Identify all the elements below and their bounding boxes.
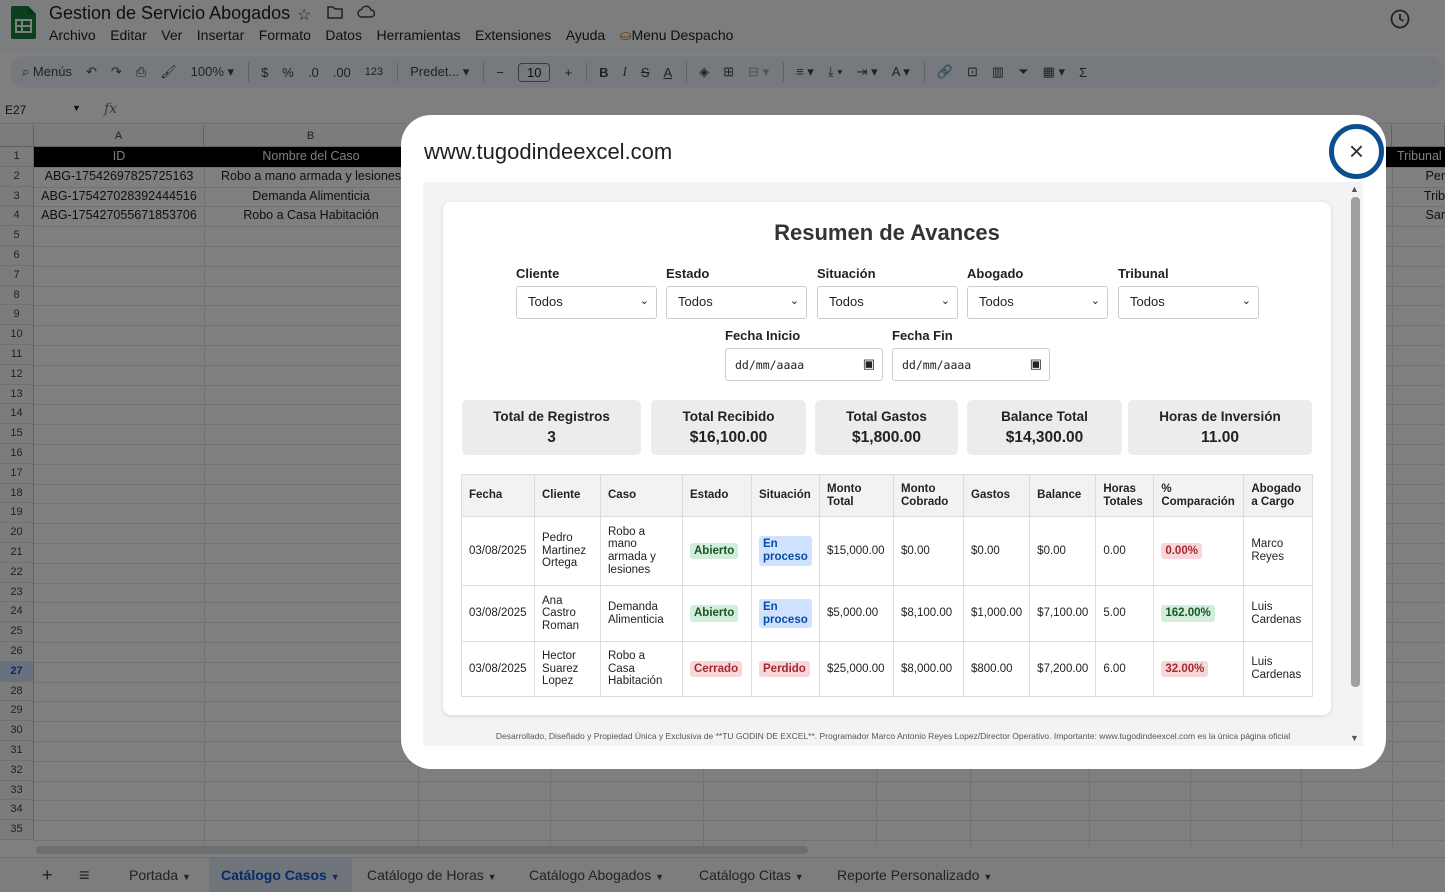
status-badge: Cerrado xyxy=(690,660,743,678)
chevron-down-icon: ⌄ xyxy=(789,295,799,307)
report-dialog: www.tugodindeexcel.com × ▲ ▼ Resumen de … xyxy=(401,115,1386,769)
cell-fecha: 03/08/2025 xyxy=(461,585,535,642)
filter-label-abogado: Abogado xyxy=(967,266,1024,281)
situation-badge: En proceso xyxy=(759,536,812,566)
fecha-fin-label: Fecha Fin xyxy=(892,328,953,343)
cell-cliente: Hector Suarez Lopez xyxy=(534,641,601,697)
stat-total-recibido: Total Recibido $16,100.00 xyxy=(651,400,806,455)
chevron-down-icon: ⌄ xyxy=(1090,295,1100,307)
cell-monto-cobrado: $8,000.00 xyxy=(893,641,964,697)
close-button[interactable]: × xyxy=(1329,124,1384,179)
table-row: 03/08/2025 Hector Suarez Lopez Robo a Ca… xyxy=(461,641,1314,697)
scroll-up-icon[interactable]: ▲ xyxy=(1350,184,1359,194)
table-row: 03/08/2025 Ana Castro Roman Demanda Alim… xyxy=(461,585,1314,642)
cell-cliente: Ana Castro Roman xyxy=(534,585,601,642)
column-header: Cliente xyxy=(534,474,601,517)
cell-horas: 0.00 xyxy=(1095,516,1155,586)
comparison-badge: 32.00% xyxy=(1161,660,1209,678)
cell-gastos: $1,000.00 xyxy=(962,585,1031,642)
report-table: Fecha Cliente Caso Estado Situación Mont… xyxy=(461,474,1314,697)
cell-monto-total: $15,000.00 xyxy=(819,516,894,586)
stat-total-registros: Total de Registros 3 xyxy=(462,400,641,455)
fecha-inicio-input[interactable]: dd/mm/aaaa ▣ xyxy=(725,348,883,381)
cell-gastos: $0.00 xyxy=(962,516,1031,586)
cell-horas: 5.00 xyxy=(1095,585,1155,642)
close-icon: × xyxy=(1348,136,1365,166)
cell-monto-total: $25,000.00 xyxy=(819,641,894,697)
stat-total-gastos: Total Gastos $1,800.00 xyxy=(815,400,958,455)
cell-fecha: 03/08/2025 xyxy=(461,641,535,697)
cell-gastos: $800.00 xyxy=(962,641,1031,697)
comparison-badge: 162.00% xyxy=(1161,605,1215,622)
cell-comparacion: 32.00% xyxy=(1153,641,1245,697)
fecha-inicio-label: Fecha Inicio xyxy=(725,328,801,343)
column-header: Horas Totales xyxy=(1095,474,1155,517)
abogado-select[interactable]: Todos ⌄ xyxy=(967,286,1108,319)
cell-caso: Robo a Casa Habitación xyxy=(600,641,683,697)
cell-balance: $7,100.00 xyxy=(1029,585,1097,642)
cell-situacion: En proceso xyxy=(751,585,820,642)
column-header: Abogado a Cargo xyxy=(1243,474,1314,517)
cell-estado: Abierto xyxy=(682,516,752,586)
cell-situacion: Perdido xyxy=(751,641,820,697)
cell-fecha: 03/08/2025 xyxy=(461,516,535,586)
filter-label-situacion: Situación xyxy=(817,266,876,281)
column-header: Monto Total xyxy=(819,474,894,517)
estado-select[interactable]: Todos ⌄ xyxy=(666,286,807,319)
filter-label-tribunal: Tribunal xyxy=(1118,266,1169,281)
column-header: Situación xyxy=(751,474,820,517)
table-header-row: Fecha Cliente Caso Estado Situación Mont… xyxy=(461,474,1314,517)
table-row: 03/08/2025 Pedro Martinez Ortega Robo a … xyxy=(461,516,1314,586)
situation-badge: Perdido xyxy=(759,660,810,678)
chevron-down-icon: ⌄ xyxy=(1241,295,1251,307)
stat-balance-total: Balance Total $14,300.00 xyxy=(967,400,1122,455)
cell-situacion: En proceso xyxy=(751,516,820,586)
cell-caso: Demanda Alimenticia xyxy=(600,585,683,642)
cell-monto-cobrado: $8,100.00 xyxy=(893,585,964,642)
cell-comparacion: 0.00% xyxy=(1153,516,1245,586)
cell-estado: Abierto xyxy=(682,585,752,642)
chevron-down-icon: ⌄ xyxy=(940,295,950,307)
filter-label-estado: Estado xyxy=(666,266,710,281)
cell-estado: Cerrado xyxy=(682,641,752,697)
filter-label-cliente: Cliente xyxy=(516,266,560,281)
cell-abogado: Luis Cardenas xyxy=(1243,641,1314,697)
column-header: Estado xyxy=(682,474,752,517)
status-badge: Abierto xyxy=(690,605,739,622)
cliente-select[interactable]: Todos ⌄ xyxy=(516,286,657,319)
vertical-scrollbar[interactable] xyxy=(1351,197,1360,687)
cell-horas: 6.00 xyxy=(1095,641,1155,697)
situacion-select[interactable]: Todos ⌄ xyxy=(817,286,958,319)
report-title: Resumen de Avances xyxy=(774,220,1000,245)
chevron-down-icon: ⌄ xyxy=(639,295,649,307)
cell-abogado: Marco Reyes xyxy=(1243,516,1314,586)
dialog-url: www.tugodindeexcel.com xyxy=(424,139,673,164)
cell-monto-total: $5,000.00 xyxy=(819,585,894,642)
cell-comparacion: 162.00% xyxy=(1153,585,1245,642)
status-badge: Abierto xyxy=(690,542,739,560)
column-header: Monto Cobrado xyxy=(893,474,964,517)
calendar-icon[interactable]: ▣ xyxy=(863,356,875,372)
cell-balance: $7,200.00 xyxy=(1029,641,1097,697)
column-header: % Comparación xyxy=(1153,474,1245,517)
stat-horas-inversion: Horas de Inversión 11.00 xyxy=(1128,400,1312,455)
cell-balance: $0.00 xyxy=(1029,516,1097,586)
situation-badge: En proceso xyxy=(759,598,812,629)
column-header: Gastos xyxy=(962,474,1031,517)
cell-monto-cobrado: $0.00 xyxy=(893,516,964,586)
column-header: Balance xyxy=(1029,474,1097,517)
report-frame: ▲ ▼ Resumen de Avances Cliente Todos ⌄ Es… xyxy=(423,182,1363,746)
cell-cliente: Pedro Martinez Ortega xyxy=(534,516,601,586)
calendar-icon[interactable]: ▣ xyxy=(1030,356,1042,372)
cell-caso: Robo a mano armada y lesiones xyxy=(600,516,683,586)
footer-note: Desarrollado, Diseñado y Propiedad Única… xyxy=(495,731,1291,741)
tribunal-select[interactable]: Todos ⌄ xyxy=(1118,286,1259,319)
fecha-fin-input[interactable]: dd/mm/aaaa ▣ xyxy=(892,348,1050,381)
comparison-badge: 0.00% xyxy=(1161,542,1202,560)
report-card: Resumen de Avances Cliente Todos ⌄ Estado… xyxy=(443,202,1331,715)
cell-abogado: Luis Cardenas xyxy=(1243,585,1314,642)
column-header: Fecha xyxy=(461,474,535,517)
column-header: Caso xyxy=(600,474,683,517)
